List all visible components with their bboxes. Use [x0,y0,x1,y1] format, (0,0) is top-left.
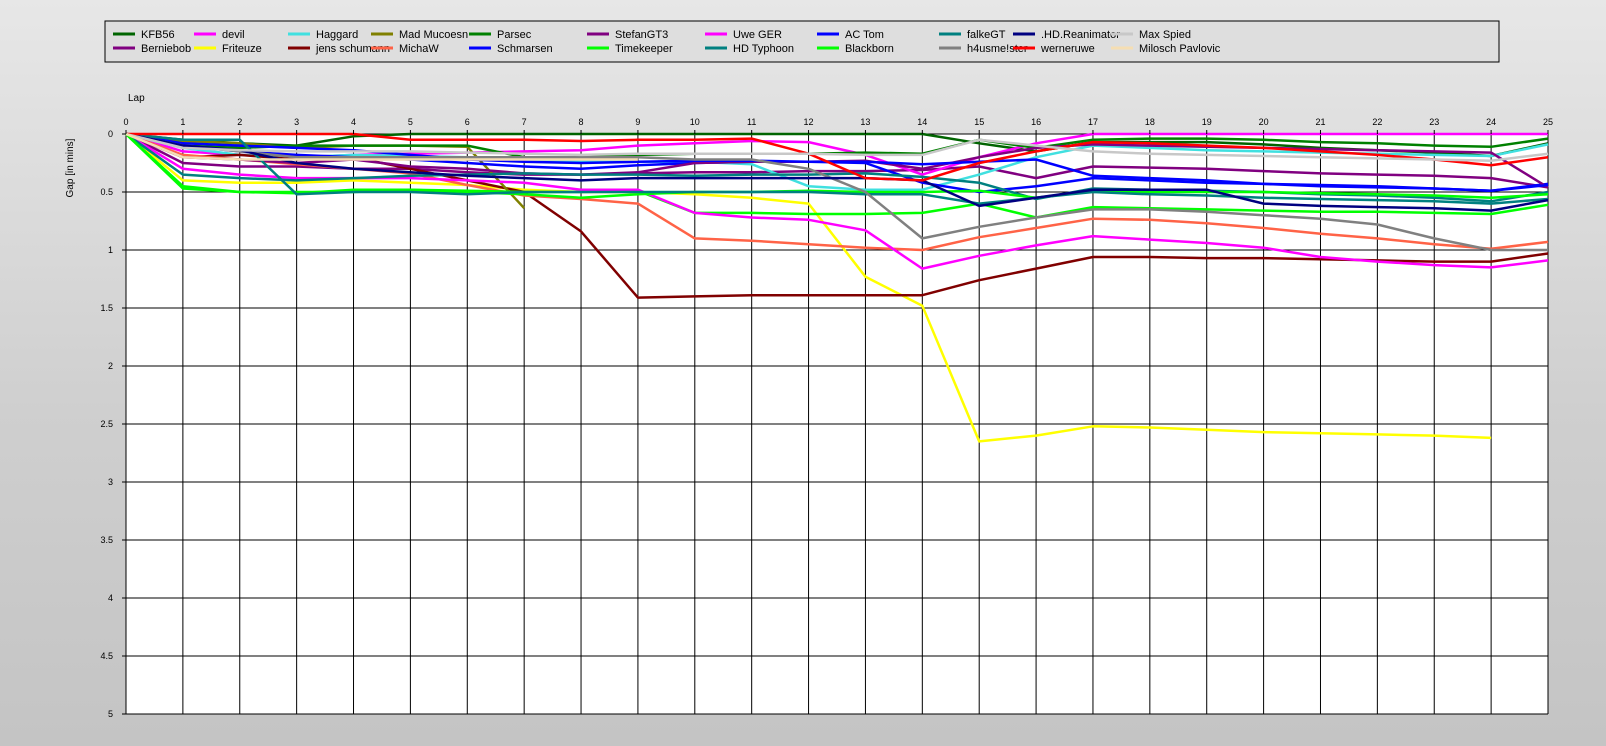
x-tick-label: 19 [1202,117,1212,127]
x-tick-label: 14 [917,117,927,127]
x-tick-label: 2 [237,117,242,127]
x-tick-label: 6 [465,117,470,127]
x-tick-label: 13 [860,117,870,127]
legend-label: werneruwe [1040,43,1095,55]
x-tick-label: 18 [1145,117,1155,127]
x-tick-label: 23 [1429,117,1439,127]
x-tick-label: 16 [1031,117,1041,127]
legend-label: HD Typhoon [733,43,794,55]
x-tick-label: 21 [1315,117,1325,127]
x-tick-label: 1 [180,117,185,127]
y-tick-label: 1.5 [100,303,113,313]
legend-label: KFB56 [141,29,175,41]
y-tick-label: 0 [108,129,113,139]
x-tick-label: 17 [1088,117,1098,127]
legend-label: Friteuze [222,43,262,55]
legend-label: Haggard [316,29,358,41]
x-tick-label: 10 [690,117,700,127]
legend-label: Schmarsen [497,43,553,55]
legend-label: Berniebob [141,43,191,55]
y-tick-label: 3.5 [100,535,113,545]
legend-label: Max Spied [1139,29,1191,41]
x-tick-label: 12 [804,117,814,127]
legend-label: MichaW [399,43,439,55]
x-tick-label: 8 [579,117,584,127]
legend-label: falkeGT [967,29,1006,41]
x-tick-label: 20 [1259,117,1269,127]
legend-label: StefanGT3 [615,29,668,41]
y-tick-label: 2.5 [100,419,113,429]
y-tick-label: 3 [108,477,113,487]
x-tick-label: 11 [747,117,756,127]
y-tick-label: 4.5 [100,651,113,661]
y-tick-label: 0.5 [100,187,113,197]
x-tick-label: 9 [635,117,640,127]
legend: KFB56BerniebobdevilFriteuzeHaggardjens s… [104,20,1500,63]
x-tick-label: 24 [1486,117,1496,127]
x-tick-label: 0 [123,117,128,127]
y-tick-label: 1 [108,245,113,255]
y-axis-title: Gap [in mins] [65,138,76,197]
x-tick-label: 7 [522,117,527,127]
x-tick-label: 5 [408,117,413,127]
y-tick-label: 2 [108,361,113,371]
legend-label: Timekeeper [615,43,673,55]
y-tick-label: 5 [108,709,113,719]
legend-label: Uwe GER [733,29,782,41]
legend-label: Mad Mucoesn [399,29,468,41]
legend-box [104,20,1500,63]
lap-chart: KFB56BerniebobdevilFriteuzeHaggardjens s… [65,20,1553,719]
legend-label: Parsec [497,29,532,41]
legend-label: .HD.Reanimator [1041,29,1120,41]
x-axis-title: Lap [128,93,145,104]
legend-label: Blackborn [845,43,894,55]
x-tick-label: 22 [1372,117,1382,127]
y-tick-label: 4 [108,593,113,603]
legend-label: devil [222,29,245,41]
x-tick-label: 4 [351,117,356,127]
x-tick-label: 25 [1543,117,1553,127]
x-tick-label: 15 [974,117,984,127]
x-tick-label: 3 [294,117,299,127]
legend-label: Milosch Pavlovic [1139,43,1221,55]
legend-label: AC Tom [845,29,884,41]
